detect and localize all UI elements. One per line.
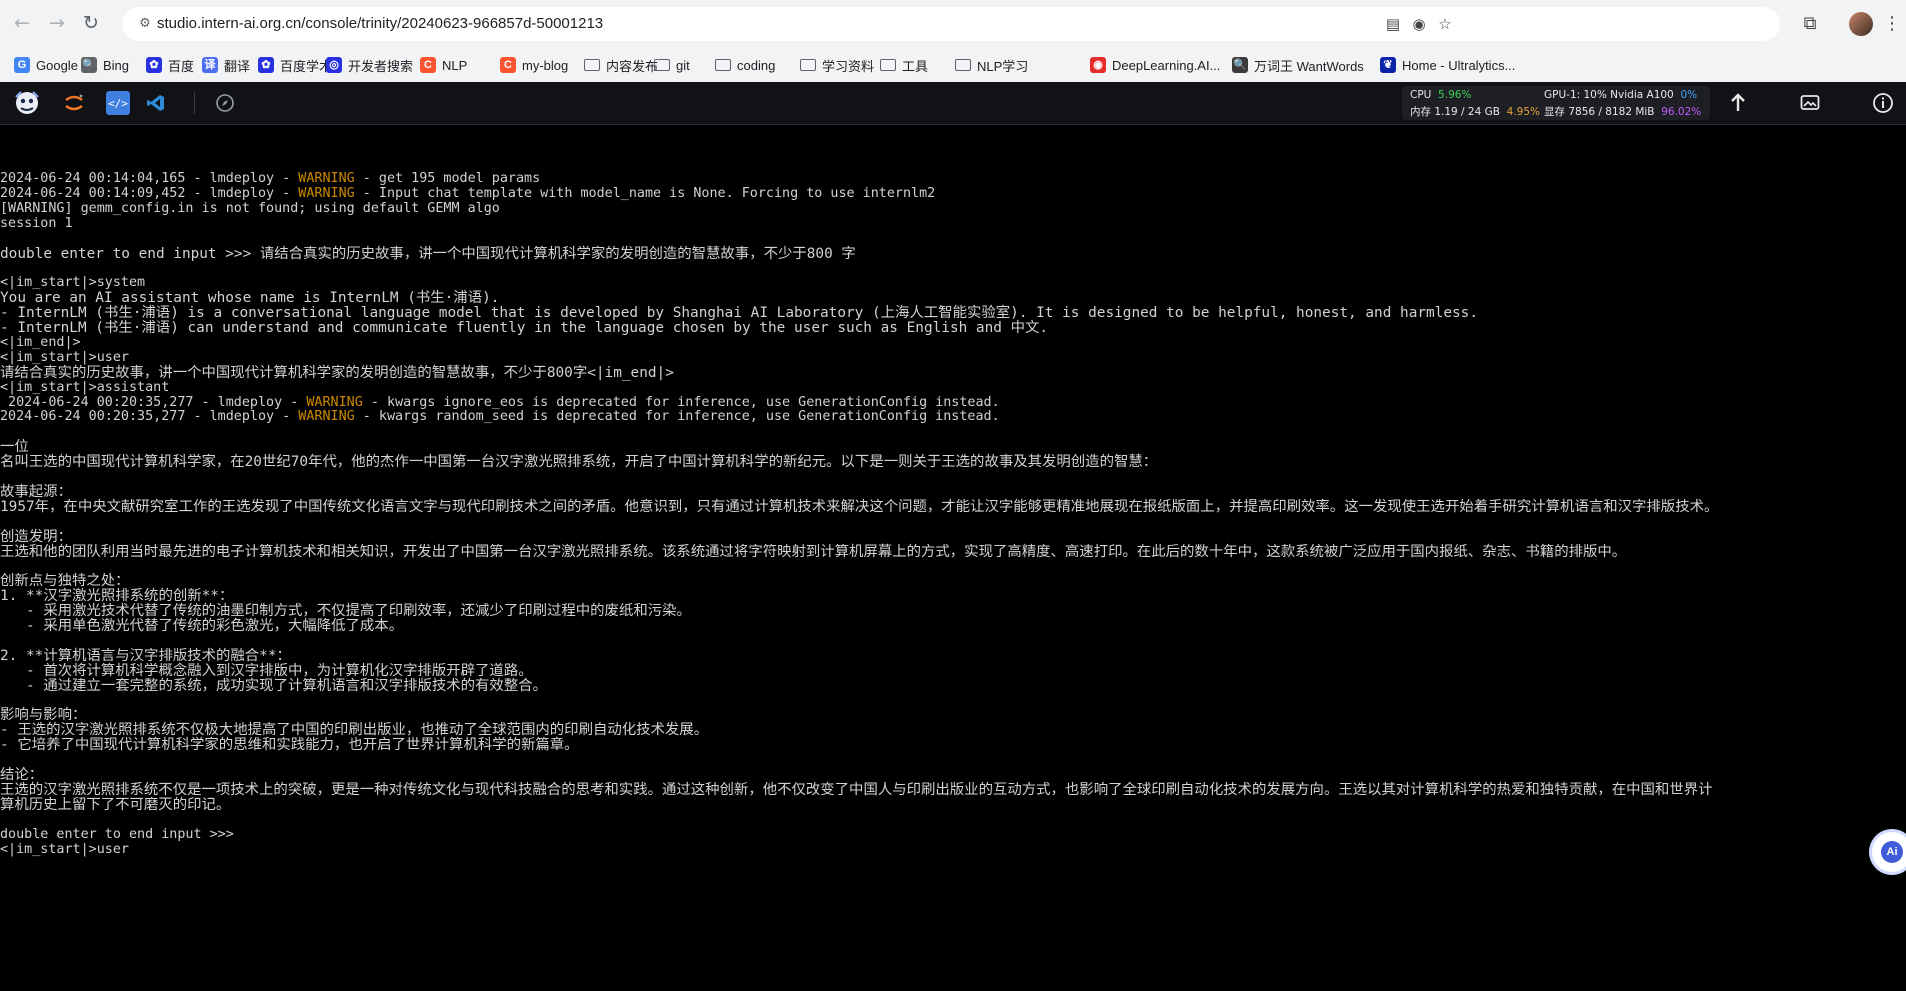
csdn-icon: C	[500, 57, 516, 73]
log-message: - Input chat template with model_name is…	[354, 185, 936, 201]
bookmark-label: coding	[737, 57, 776, 73]
bookmark-label: 内容发布	[606, 58, 659, 74]
terminal-tab-icon[interactable]: </>	[106, 91, 130, 115]
bookmark-item[interactable]: ✿ 百度学术	[258, 48, 332, 82]
eye-icon[interactable]: ◉	[1410, 15, 1428, 33]
ai-assistant-label: Ai	[1881, 841, 1903, 863]
bookmark-item[interactable]: 译翻译	[202, 48, 250, 82]
log-level-warning: WARNING	[306, 394, 363, 410]
site-info-icon[interactable]: ⚙	[136, 15, 154, 33]
extensions-puzzle-icon[interactable]: ⧉	[1799, 13, 1821, 35]
bookmark-item[interactable]: Cmy-blog	[500, 48, 568, 82]
back-button[interactable]: ←	[10, 11, 34, 35]
developer-search-icon: ◎	[326, 57, 342, 73]
vscode-icon[interactable]	[144, 90, 168, 116]
bookmark-item[interactable]: G Google	[14, 48, 78, 82]
bookmark-label: 百度学术	[280, 58, 333, 74]
bookmark-item[interactable]: coding	[715, 48, 775, 82]
memory-usage: 内存 1.19 / 24 GB 4.95%	[1410, 106, 1541, 118]
bing-icon: 🔍	[81, 57, 97, 73]
baidu-paw-icon: ✿	[146, 57, 162, 73]
bookmark-item[interactable]: C NLP	[420, 48, 467, 82]
bookmark-label: Google	[36, 57, 78, 73]
clipboard-icon[interactable]: ▤	[1384, 15, 1402, 33]
bookmark-item[interactable]: 内容发布	[584, 48, 658, 82]
more-menu-icon[interactable]: ⋮	[1883, 12, 1901, 36]
log-prefix: 2024-06-24 00:14:09,452 - lmdeploy -	[0, 185, 299, 201]
deeplearning-ai-icon: ◉	[1090, 57, 1106, 73]
folder-icon	[880, 59, 896, 71]
bookmark-star-icon[interactable]: ☆	[1436, 15, 1454, 33]
csdn-icon: C	[420, 57, 436, 73]
app-header: </> CPU 5.96% 内存 1.19 / 24 GB 4.95% GPU-…	[0, 82, 1906, 125]
forward-button[interactable]: →	[45, 11, 69, 35]
translate-icon: 译	[202, 57, 218, 73]
bookmark-item[interactable]: ◉ DeepLearning.AI...	[1090, 48, 1220, 82]
bookmark-label: git	[676, 57, 690, 73]
folder-icon	[584, 59, 600, 71]
bookmark-label: DeepLearning.AI...	[1112, 57, 1221, 73]
ultralytics-icon: ❦	[1380, 57, 1396, 73]
resource-monitor: CPU 5.96% 内存 1.19 / 24 GB 4.95% GPU-1: 1…	[1402, 86, 1710, 120]
bookmark-label: 工具	[902, 58, 929, 74]
bookmark-item[interactable]: ◎ 开发者搜索	[326, 48, 413, 82]
bookmark-label: NLP学习	[977, 58, 1029, 74]
image-settings-icon[interactable]	[1799, 90, 1821, 116]
log-level-warning: WARNING	[298, 171, 355, 186]
bookmark-item[interactable]: 工具	[880, 48, 928, 82]
vram-usage: 显存 7856 / 8182 MiB 96.02%	[1544, 106, 1702, 118]
bookmark-label: Home - Ultralytics...	[1402, 57, 1516, 73]
bookmark-item[interactable]: git	[654, 48, 690, 82]
log-message: - kwargs random_seed is deprecated for i…	[354, 409, 1000, 425]
bookmark-item[interactable]: 学习资料	[800, 48, 874, 82]
url-text[interactable]: studio.intern-ai.org.cn/console/trinity/…	[157, 7, 603, 41]
folder-icon	[955, 59, 971, 71]
log-message: - kwargs ignore_eos is deprecated for in…	[362, 394, 1000, 410]
info-icon[interactable]	[1871, 90, 1895, 116]
browser-chrome: ← → ↻ ⚙ studio.intern-ai.org.cn/console/…	[0, 0, 1906, 82]
reload-button[interactable]: ↻	[79, 11, 103, 35]
bookmark-item[interactable]: 🔍 Bing	[81, 48, 129, 82]
log-level-warning: WARNING	[298, 409, 355, 425]
log-prefix: 2024-06-24 00:20:35,277 - lmdeploy -	[0, 394, 307, 410]
bookmark-item[interactable]: 🔍 万词王 WantWords	[1232, 48, 1364, 82]
gpu-usage: GPU-1: 10% Nvidia A100 0%	[1544, 89, 1698, 101]
bookmark-label: Bing	[103, 57, 130, 73]
bookmark-item[interactable]: ✿ 百度	[146, 48, 194, 82]
folder-icon	[715, 59, 731, 71]
profile-avatar[interactable]	[1849, 12, 1873, 36]
wantwords-icon: 🔍	[1232, 57, 1248, 73]
log-message: - get 195 model params	[354, 171, 541, 186]
log-level-warning: WARNING	[298, 185, 355, 201]
baidu-scholar-icon: ✿	[258, 57, 274, 73]
terminal-line: <|im_start|>user	[0, 841, 129, 857]
address-bar[interactable]: ⚙ studio.intern-ai.org.cn/console/trinit…	[122, 7, 1780, 41]
header-divider	[194, 92, 195, 114]
upload-icon[interactable]	[1727, 90, 1749, 116]
compass-icon[interactable]	[214, 90, 236, 116]
terminal-output[interactable]: 2024-06-24 00:14:04,165 - lmdeploy - WAR…	[0, 125, 1906, 991]
bookmark-label: 万词王 WantWords	[1254, 58, 1364, 74]
ai-assistant-button[interactable]: Ai	[1872, 832, 1906, 872]
jupyter-icon[interactable]	[62, 90, 86, 116]
bookmark-label: my-blog	[522, 57, 569, 73]
folder-icon	[800, 59, 816, 71]
intern-logo-icon[interactable]	[10, 90, 44, 116]
bookmarks-bar: G Google 🔍 Bing ✿ 百度译翻译 ✿ 百度学术 ◎ 开发者搜索 C NLP Cmy-blo…	[0, 48, 1906, 82]
bookmark-label: 百度	[168, 58, 195, 74]
google-icon: G	[14, 57, 30, 73]
browser-toolbar: ← → ↻ ⚙ studio.intern-ai.org.cn/console/…	[0, 0, 1906, 48]
log-prefix: 2024-06-24 00:14:04,165 - lmdeploy -	[0, 171, 299, 186]
bookmark-label: NLP	[442, 57, 468, 73]
bookmark-label: 开发者搜索	[348, 58, 414, 74]
cpu-usage: CPU 5.96%	[1410, 89, 1472, 101]
log-prefix: 2024-06-24 00:20:35,277 - lmdeploy -	[0, 409, 299, 425]
bookmark-item[interactable]: NLP学习	[955, 48, 1028, 82]
bookmark-label: 翻译	[224, 58, 251, 74]
bookmark-label: 学习资料	[822, 58, 875, 74]
folder-icon	[654, 59, 670, 71]
bookmark-item[interactable]: ❦ Home - Ultralytics...	[1380, 48, 1515, 82]
